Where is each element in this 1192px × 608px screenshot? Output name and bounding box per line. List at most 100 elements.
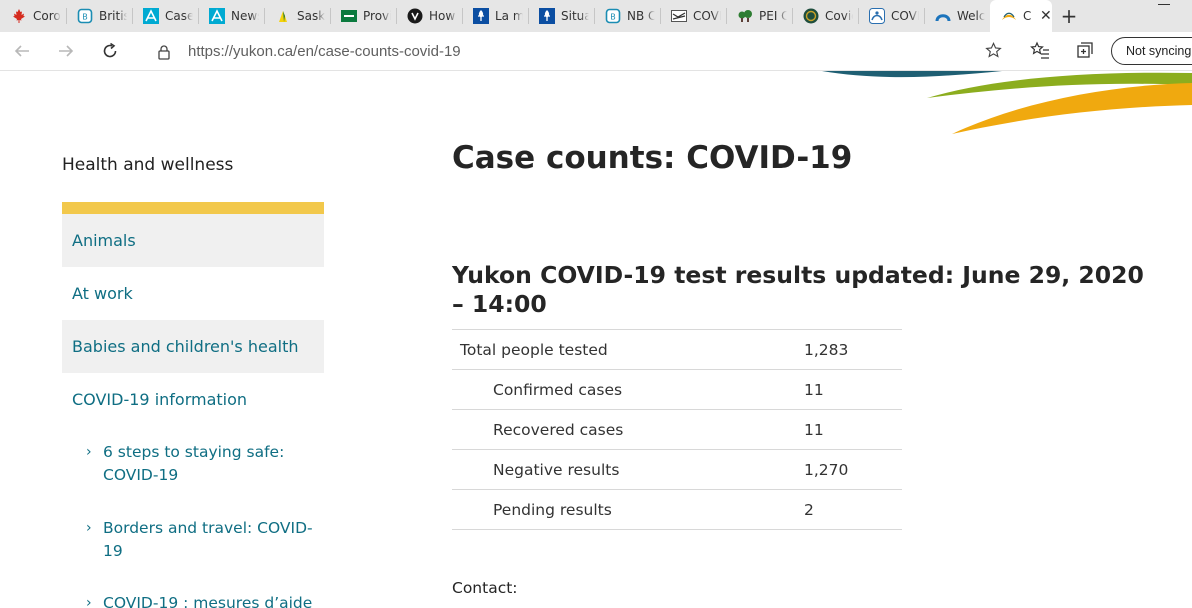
row-value: 11 — [804, 380, 824, 399]
sidebar-subitem-label: Borders and travel: COVID-19 — [103, 519, 313, 560]
quebec-icon — [539, 8, 555, 24]
table-row: Pending results 2 — [452, 489, 902, 530]
tab-title: COVID — [891, 9, 919, 23]
back-arrow-icon — [14, 45, 29, 57]
close-tab-icon[interactable]: ✕ — [1040, 8, 1052, 24]
table-row: Negative results 1,270 — [452, 449, 902, 490]
alberta-icon — [209, 8, 225, 24]
yukon-icon — [1001, 8, 1017, 24]
tab-title: NB C — [627, 9, 655, 23]
browser-tab[interactable]: Welcome — [924, 0, 990, 32]
sidebar-subitem-mesures-aide[interactable]: › COVID-19 : mesures d’aide — [86, 592, 324, 608]
sidebar-item-at-work[interactable]: At work — [62, 267, 324, 320]
browser-tab[interactable]: Coronavirus — [0, 0, 66, 32]
collections-icon[interactable] — [1076, 41, 1096, 61]
nunavut-icon — [935, 8, 951, 24]
browser-tab[interactable]: Covid — [792, 0, 858, 32]
sidebar-accent-bar — [62, 202, 324, 214]
alberta-icon — [143, 8, 159, 24]
tab-title: Covid — [825, 9, 853, 23]
nova-scotia-icon — [671, 8, 687, 24]
row-value: 2 — [804, 500, 814, 519]
browser-tab[interactable]: Saskatchewan — [264, 0, 330, 32]
tab-title: La ma — [495, 9, 523, 23]
row-value: 1,283 — [804, 340, 849, 359]
tab-title: Coronavirus — [33, 9, 61, 23]
lock-icon[interactable] — [156, 44, 172, 60]
sidebar-heading: Health and wellness — [62, 155, 234, 175]
row-label: Pending results — [493, 500, 612, 519]
url-text[interactable]: https://yukon.ca/en/case-counts-covid-19 — [188, 43, 461, 60]
sidebar-subitem-safe-steps[interactable]: › 6 steps to staying safe: COVID-19 — [86, 441, 324, 487]
nwt-icon — [869, 8, 885, 24]
page-content: Health and wellness Animals At work Babi… — [0, 71, 1192, 608]
new-tab-button[interactable]: + — [1052, 0, 1086, 32]
browser-tab[interactable]: COVID — [660, 0, 726, 32]
nl-seal-icon — [803, 8, 819, 24]
forward-arrow-icon — [59, 45, 74, 57]
results-heading: Yukon COVID-19 test results updated: Jun… — [452, 261, 1144, 318]
refresh-icon — [103, 42, 117, 58]
tab-title: COVID — [693, 9, 721, 23]
sidebar-subitem-borders-travel[interactable]: › Borders and travel: COVID-19 — [86, 517, 324, 563]
table-row: Confirmed cases 11 — [452, 369, 902, 410]
chevron-right-icon: › — [86, 520, 92, 536]
browser-tab[interactable]: B NB C — [594, 0, 660, 32]
sidebar-subitem-label: 6 steps to staying safe: COVID-19 — [103, 443, 285, 484]
quebec-icon — [473, 8, 489, 24]
row-label: Total people tested — [460, 340, 608, 359]
browser-tab[interactable]: La ma — [462, 0, 528, 32]
browser-tab[interactable]: Province — [330, 0, 396, 32]
back-button[interactable] — [0, 32, 44, 71]
table-row: Recovered cases 11 — [452, 409, 902, 450]
chevron-right-icon: › — [86, 595, 92, 608]
refresh-button[interactable] — [88, 32, 132, 71]
forward-button[interactable] — [44, 32, 88, 71]
browser-tab[interactable]: PEI C — [726, 0, 792, 32]
manitoba-icon — [341, 8, 357, 24]
canada-flag-icon — [11, 8, 27, 24]
row-label: Recovered cases — [493, 420, 624, 439]
row-value: 1,270 — [804, 460, 849, 479]
svg-text:B: B — [610, 13, 616, 22]
tab-title: PEI C — [759, 9, 787, 23]
bc-shield-icon: B — [77, 8, 93, 24]
sidebar-item-babies-children[interactable]: Babies and children's health — [62, 320, 324, 373]
row-value: 11 — [804, 420, 824, 439]
browser-tab[interactable]: How — [396, 0, 462, 32]
sidebar-subitem-label: COVID-19 : mesures d’aide — [103, 594, 313, 608]
contact-label: Contact: — [452, 579, 518, 597]
browser-tab-active[interactable]: C ✕ — [990, 0, 1052, 32]
minimize-icon[interactable] — [1158, 4, 1170, 5]
sync-button[interactable]: Not syncing — [1111, 37, 1192, 65]
tab-title: Situation — [561, 9, 589, 23]
navigation-bar: https://yukon.ca/en/case-counts-covid-19… — [0, 32, 1192, 71]
tab-title: Province — [363, 9, 391, 23]
results-table: Total people tested 1,283 Confirmed case… — [452, 329, 902, 530]
tab-strip: Coronavirus B British Columbia Cases New… — [0, 0, 1192, 32]
ontario-icon — [407, 8, 423, 24]
row-label: Confirmed cases — [493, 380, 623, 399]
chevron-right-icon: › — [86, 444, 92, 460]
browser-tab[interactable]: Cases — [132, 0, 198, 32]
favorite-star-icon[interactable] — [985, 42, 1002, 59]
favorites-icon[interactable] — [1030, 41, 1050, 61]
address-bar[interactable]: https://yukon.ca/en/case-counts-covid-19 — [142, 36, 1012, 67]
svg-text:B: B — [82, 13, 88, 22]
tab-title: News — [231, 9, 259, 23]
browser-tab[interactable]: B British Columbia — [66, 0, 132, 32]
sidebar-item-animals[interactable]: Animals — [62, 214, 324, 267]
browser-tab[interactable]: News — [198, 0, 264, 32]
sidebar-item-covid-info[interactable]: COVID-19 information — [62, 373, 324, 426]
bc-shield-icon: B — [605, 8, 621, 24]
browser-tab[interactable]: COVID — [858, 0, 924, 32]
tab-title: Welcome — [957, 9, 985, 23]
saskatchewan-icon — [275, 8, 291, 24]
tab-title: British Columbia — [99, 9, 127, 23]
tab-title: C — [1023, 9, 1032, 23]
browser-tab[interactable]: Situation — [528, 0, 594, 32]
table-row: Total people tested 1,283 — [452, 329, 902, 370]
yukon-swoosh-decoration — [822, 71, 1192, 134]
page-title: Case counts: COVID-19 — [452, 140, 853, 176]
row-label: Negative results — [493, 460, 620, 479]
